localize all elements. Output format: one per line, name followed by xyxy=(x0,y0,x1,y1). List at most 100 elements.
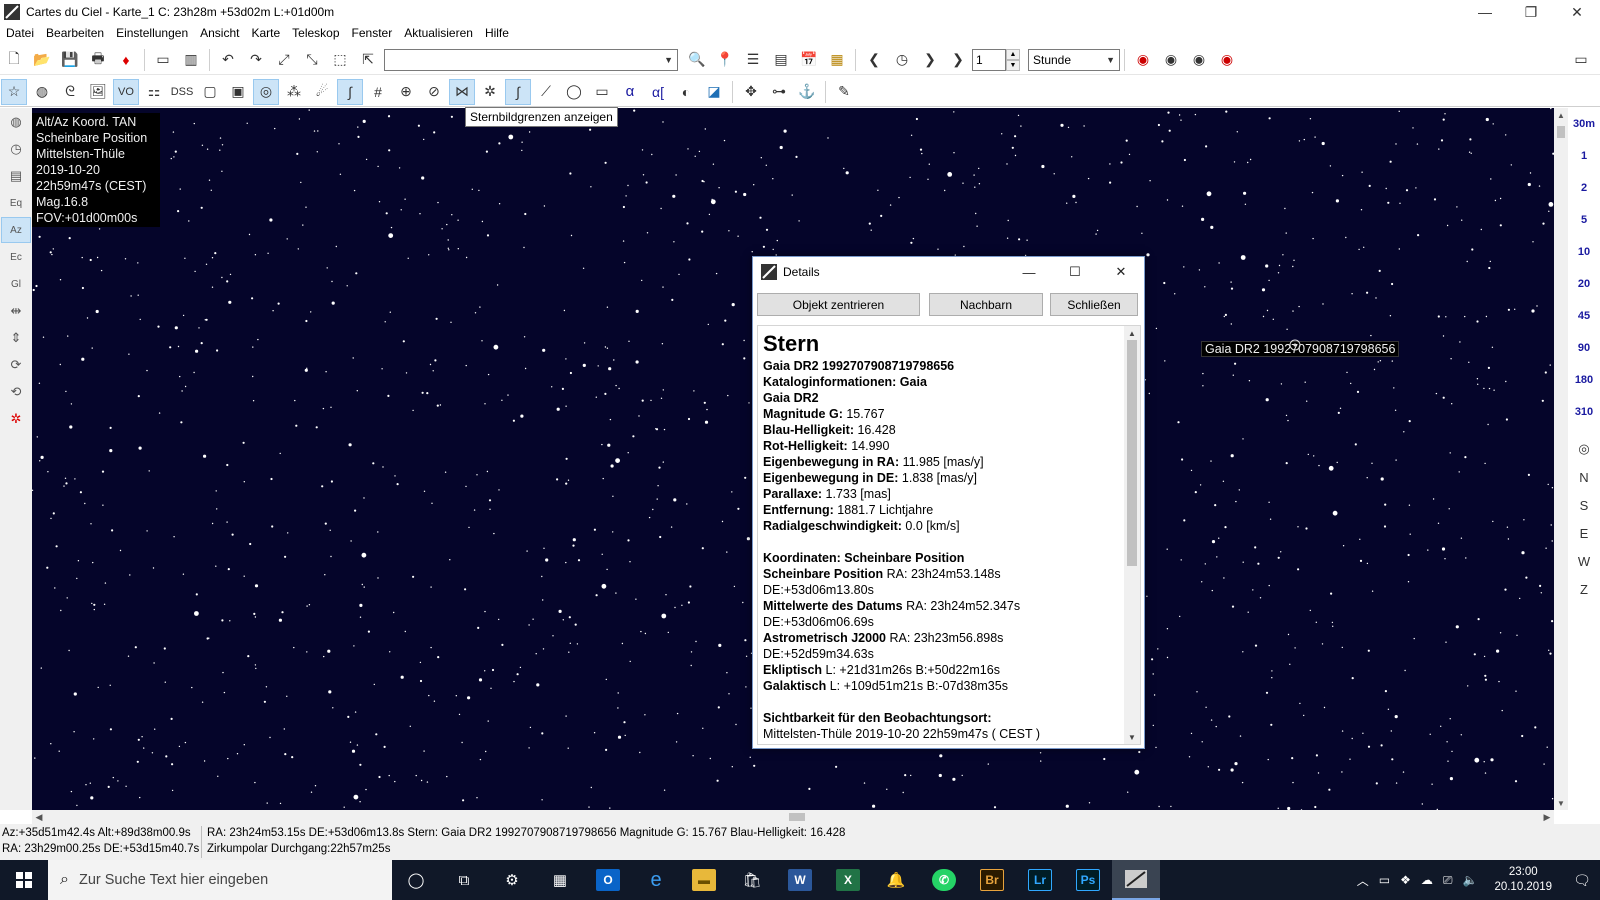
volume-icon[interactable]: 🔈 xyxy=(1457,873,1482,887)
new-chart-icon[interactable]: 🗋 xyxy=(1,47,27,73)
dir-east[interactable]: E xyxy=(1568,522,1600,544)
comet-icon[interactable]: ☄ xyxy=(309,79,335,105)
details-scrollbar[interactable]: ▲ ▼ xyxy=(1124,326,1140,744)
compass-icon[interactable]: ⊘ xyxy=(421,79,447,105)
alpha-bracket-button[interactable]: α[ xyxy=(645,79,671,105)
time-step-stepper[interactable]: 1 ▲ ▼ xyxy=(972,48,1020,71)
link-icon[interactable]: ⊶ xyxy=(766,79,792,105)
open-icon[interactable]: 📂 xyxy=(29,47,55,73)
details-scroll-thumb[interactable] xyxy=(1127,340,1137,566)
anchor-icon[interactable]: ⚓ xyxy=(794,79,820,105)
galaxy-icon[interactable]: ᘓ xyxy=(57,79,83,105)
telescope-up-icon[interactable]: ◉ xyxy=(1158,47,1184,73)
menu-fenster[interactable]: Fenster xyxy=(346,26,399,40)
zenith-view-icon[interactable]: ◎ xyxy=(1568,438,1600,460)
gal-coords-button[interactable]: Gl xyxy=(1,271,31,297)
bridge-icon[interactable]: Br xyxy=(968,860,1016,900)
alpha-button[interactable]: α xyxy=(617,79,643,105)
cartes-du-ciel-taskbar-icon[interactable] xyxy=(1112,860,1160,900)
edge-icon[interactable]: e xyxy=(632,860,680,900)
scroll-up-icon[interactable]: ▲ xyxy=(1554,108,1568,122)
close-button[interactable]: ✕ xyxy=(1554,0,1600,24)
dialog-close-button[interactable]: ✕ xyxy=(1098,257,1144,287)
close-details-button[interactable]: Schließen xyxy=(1050,293,1138,316)
object-list-icon[interactable]: ▤ xyxy=(768,47,794,73)
dir-north[interactable]: N xyxy=(1568,466,1600,488)
camera-icon[interactable]: ▢ xyxy=(197,79,223,105)
stars-icon[interactable]: ☆ xyxy=(1,78,27,105)
outlook-icon[interactable]: O xyxy=(584,860,632,900)
photoshop-icon[interactable]: Ps xyxy=(1064,860,1112,900)
print-icon[interactable]: 🖶 xyxy=(85,47,111,73)
excel-icon[interactable]: X xyxy=(824,860,872,900)
file-explorer-icon[interactable]: ▬ xyxy=(680,860,728,900)
scroll-left-icon[interactable]: ◀ xyxy=(32,810,46,824)
vertical-scrollbar[interactable]: ▲ ▼ xyxy=(1554,108,1568,810)
grid-icon[interactable]: # xyxy=(365,79,391,105)
globe-icon[interactable]: ◍ xyxy=(1,109,31,135)
menu-datei[interactable]: Datei xyxy=(0,26,40,40)
menu-aktualisieren[interactable]: Aktualisieren xyxy=(398,26,479,40)
altaz-coords-button[interactable]: Az xyxy=(1,217,31,243)
notification-bell-icon[interactable]: 🔔 xyxy=(872,860,920,900)
stepper-down-icon[interactable]: ▼ xyxy=(1006,59,1020,71)
horizontal-scrollbar[interactable]: ◀ ▶ xyxy=(32,810,1554,824)
constellation-boundaries-icon[interactable]: ⋈ xyxy=(449,78,475,105)
chart-list-icon[interactable]: ▤ xyxy=(1,163,31,189)
dir-west[interactable]: W xyxy=(1568,550,1600,572)
onedrive-icon[interactable]: ☁ xyxy=(1416,873,1438,887)
menu-teleskop[interactable]: Teleskop xyxy=(286,26,345,40)
time-icon[interactable]: ◷ xyxy=(1,136,31,162)
flip-horizontal-icon[interactable]: ⇹ xyxy=(1,298,31,324)
scroll-thumb[interactable] xyxy=(1557,126,1565,138)
fov-90[interactable]: 90 xyxy=(1568,342,1600,354)
circle-icon[interactable]: ◯ xyxy=(561,79,587,105)
flip-vertical-icon[interactable]: ⇕ xyxy=(1,325,31,351)
dss-button[interactable]: DSS xyxy=(169,79,195,105)
time-step-value[interactable]: 1 xyxy=(972,48,1006,71)
search-icon[interactable]: 🔍 xyxy=(684,47,710,73)
word-icon[interactable]: W xyxy=(776,860,824,900)
camera-add-icon[interactable]: ▣ xyxy=(225,79,251,105)
undo-icon[interactable]: ↶ xyxy=(215,47,241,73)
lightroom-icon[interactable]: Lr xyxy=(1016,860,1064,900)
clock[interactable]: 23:00 20.10.2019 xyxy=(1482,865,1564,895)
star-marker-icon[interactable] xyxy=(1288,338,1302,352)
hscroll-thumb[interactable] xyxy=(789,813,805,821)
zoom-in-frame-icon[interactable]: ⤢ xyxy=(271,47,297,73)
menu-bearbeiten[interactable]: Bearbeiten xyxy=(40,26,110,40)
milky-way-icon[interactable]: ∫ xyxy=(337,78,363,105)
rotate-ccw-icon[interactable]: ⟲ xyxy=(1,379,31,405)
list-icon[interactable]: ☰ xyxy=(740,47,766,73)
vo-button[interactable]: VO xyxy=(113,78,139,105)
dir-south[interactable]: S xyxy=(1568,494,1600,516)
ecl-coords-button[interactable]: Ec xyxy=(1,244,31,270)
step-back-icon[interactable]: ❮ xyxy=(861,47,887,73)
scroll-down-icon[interactable]: ▼ xyxy=(1554,796,1568,810)
action-center-icon[interactable]: 🗨 xyxy=(1564,872,1600,889)
save-icon[interactable]: 💾 xyxy=(57,47,83,73)
fov-2[interactable]: 2 xyxy=(1568,182,1600,194)
constellation-figures-icon[interactable]: ✲ xyxy=(477,79,503,105)
eq-coords-button[interactable]: Eq xyxy=(1,190,31,216)
whatsapp-icon[interactable]: ✆ xyxy=(920,860,968,900)
ruler-icon[interactable]: ▦ xyxy=(824,47,850,73)
fov-45[interactable]: 45 xyxy=(1568,310,1600,322)
ecliptic-icon[interactable]: ∫ xyxy=(505,78,531,105)
move-icon[interactable]: ✥ xyxy=(738,79,764,105)
select-area-icon[interactable]: ⬚ xyxy=(327,47,353,73)
settings-gear-icon[interactable]: ⚙ xyxy=(488,860,536,900)
nebula-icon[interactable]: ◍ xyxy=(29,79,55,105)
horizon-icon[interactable]: ◐ xyxy=(673,79,699,105)
globe-grid-icon[interactable]: ⊕ xyxy=(393,79,419,105)
telescope-connect-icon[interactable]: ◉ xyxy=(1130,47,1156,73)
fov-30m[interactable]: 30m xyxy=(1568,118,1600,130)
search-combo[interactable]: ▼ xyxy=(384,48,678,71)
fov-5[interactable]: 5 xyxy=(1568,214,1600,226)
split-view-icon[interactable]: ▥ xyxy=(178,47,204,73)
ground-icon[interactable]: ◪ xyxy=(701,79,727,105)
telescope-down-icon[interactable]: ◉ xyxy=(1186,47,1212,73)
calculator-icon[interactable]: ▦ xyxy=(536,860,584,900)
network-icon[interactable]: ⎚ xyxy=(1438,873,1458,888)
neighbors-button[interactable]: Nachbarn xyxy=(929,293,1043,316)
